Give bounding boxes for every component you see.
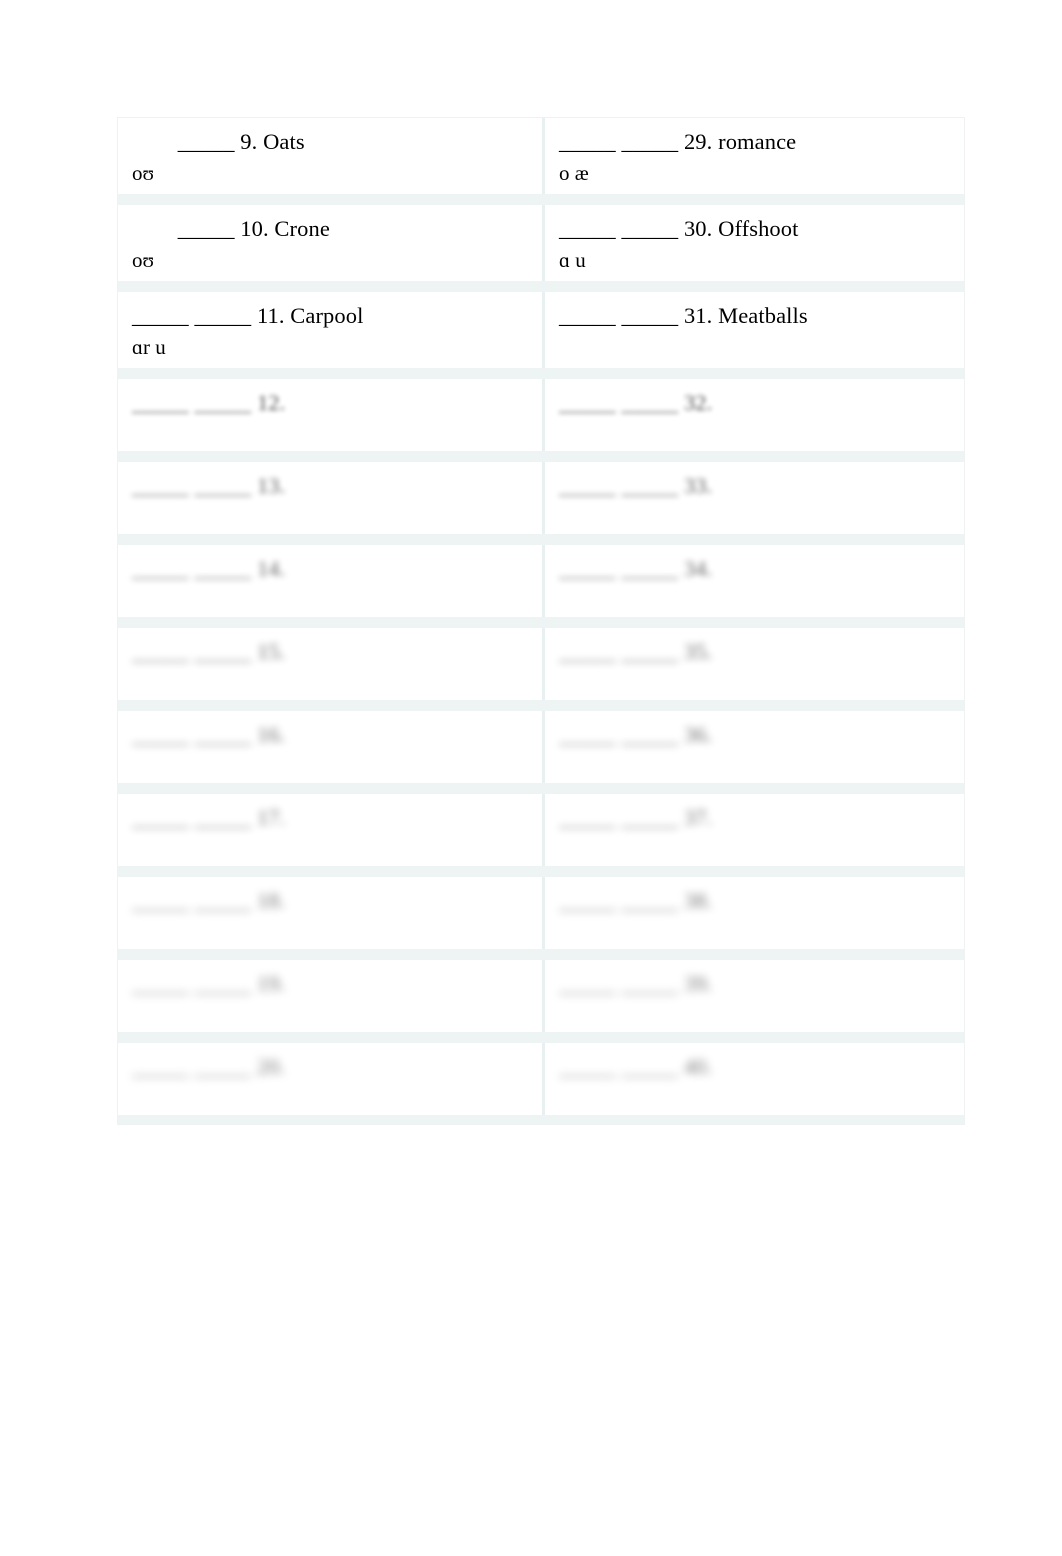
- item-prompt: _____ _____ 19.: [132, 971, 286, 997]
- table-cell-left[interactable]: _____ _____ 17.: [118, 794, 545, 867]
- table-cell-right[interactable]: _____ _____ 39.: [545, 960, 964, 1032]
- table-cell-left[interactable]: _____ _____ 13.: [118, 462, 545, 535]
- item-prompt: _____ _____ 11. Carpool: [132, 303, 364, 329]
- table-cell-left[interactable]: _____ _____ 19.: [118, 960, 545, 1033]
- item-prompt: _____ _____ 30. Offshoot: [559, 216, 799, 242]
- item-prompt: _____ _____ 14.: [132, 556, 286, 582]
- item-prompt: _____ _____ 12.: [132, 390, 286, 416]
- item-prompt: _____ _____ 31. Meatballs: [559, 303, 808, 329]
- item-ipa-answer: oʊ: [132, 247, 155, 272]
- table-row: _____ _____ 12. _____ _____ 32.: [118, 379, 964, 463]
- table-cell-right[interactable]: _____ _____ 36.: [545, 711, 964, 783]
- item-prompt: _____ _____ 13.: [132, 473, 286, 499]
- table-cell-right[interactable]: _____ _____ 37.: [545, 794, 964, 866]
- table-row: _____ 10. Crone oʊ _____ _____ 30. Offsh…: [118, 205, 964, 293]
- item-ipa-answer: ɑ u: [559, 247, 586, 272]
- table-row: _____ _____ 14. _____ _____ 34.: [118, 545, 964, 629]
- table-cell-left[interactable]: _____ _____ 11. Carpool ɑr u: [118, 292, 545, 369]
- item-prompt: _____ _____ 34.: [559, 556, 713, 582]
- table-cell-right[interactable]: _____ _____ 38.: [545, 877, 964, 949]
- item-ipa-answer: ɑr u: [132, 334, 166, 359]
- item-prompt: _____ 9. Oats: [132, 129, 305, 154]
- item-prompt: _____ _____ 38.: [559, 888, 713, 914]
- table-row: _____ _____ 17. _____ _____ 37.: [118, 794, 964, 878]
- table-cell-left[interactable]: _____ 9. Oats oʊ: [118, 118, 545, 195]
- table-cell-right[interactable]: _____ _____ 32.: [545, 379, 964, 451]
- item-prompt: _____ _____ 15.: [132, 639, 286, 665]
- table-cell-right[interactable]: _____ _____ 35.: [545, 628, 964, 700]
- transcription-table: _____ 9. Oats oʊ _____ _____ 29. romance…: [118, 118, 964, 1125]
- table-cell-left[interactable]: _____ _____ 20.: [118, 1043, 545, 1116]
- item-prompt: _____ _____ 33.: [559, 473, 713, 499]
- table-cell-left[interactable]: _____ _____ 14.: [118, 545, 545, 618]
- item-prompt: _____ _____ 39.: [559, 971, 713, 997]
- table-cell-right[interactable]: _____ _____ 29. romance o æ: [545, 118, 964, 194]
- item-prompt: _____ 10. Crone: [132, 216, 330, 242]
- table-cell-right[interactable]: _____ _____ 40.: [545, 1043, 964, 1115]
- item-ipa-answer: o æ: [559, 160, 589, 185]
- table-cell-left[interactable]: _____ _____ 16.: [118, 711, 545, 784]
- table-cell-left[interactable]: _____ _____ 18.: [118, 877, 545, 950]
- table-cell-right[interactable]: _____ _____ 33.: [545, 462, 964, 534]
- item-prompt: _____ _____ 16.: [132, 722, 286, 748]
- table-row: _____ _____ 15. _____ _____ 35.: [118, 628, 964, 712]
- table-cell-right[interactable]: _____ _____ 34.: [545, 545, 964, 617]
- table-cell-left[interactable]: _____ _____ 15.: [118, 628, 545, 701]
- table-cell-left[interactable]: _____ _____ 12.: [118, 379, 545, 452]
- table-cell-left[interactable]: _____ 10. Crone oʊ: [118, 205, 545, 282]
- table-row: _____ _____ 11. Carpool ɑr u _____ _____…: [118, 292, 964, 380]
- item-prompt: _____ _____ 35.: [559, 639, 713, 665]
- item-prompt: _____ _____ 17.: [132, 805, 286, 831]
- table-row: _____ _____ 18. _____ _____ 38.: [118, 877, 964, 961]
- item-ipa-answer: oʊ: [132, 160, 155, 185]
- worksheet-page: _____ 9. Oats oʊ _____ _____ 29. romance…: [0, 0, 1062, 1556]
- item-prompt: _____ _____ 40.: [559, 1054, 713, 1080]
- table-row: _____ _____ 13. _____ _____ 33.: [118, 462, 964, 546]
- item-prompt: _____ _____ 36.: [559, 722, 713, 748]
- item-prompt: _____ _____ 32.: [559, 390, 713, 416]
- item-prompt: _____ _____ 20.: [132, 1054, 286, 1080]
- item-prompt: _____ _____ 29. romance: [559, 129, 797, 154]
- item-prompt: _____ _____ 37.: [559, 805, 713, 831]
- table-cell-right[interactable]: _____ _____ 31. Meatballs: [545, 292, 964, 368]
- table-cell-right[interactable]: _____ _____ 30. Offshoot ɑ u: [545, 205, 964, 281]
- table-row: _____ _____ 16. _____ _____ 36.: [118, 711, 964, 795]
- table-row: _____ 9. Oats oʊ _____ _____ 29. romance…: [118, 118, 964, 206]
- table-row: _____ _____ 20. _____ _____ 40.: [118, 1043, 964, 1125]
- table-row: _____ _____ 19. _____ _____ 39.: [118, 960, 964, 1044]
- item-prompt: _____ _____ 18.: [132, 888, 286, 914]
